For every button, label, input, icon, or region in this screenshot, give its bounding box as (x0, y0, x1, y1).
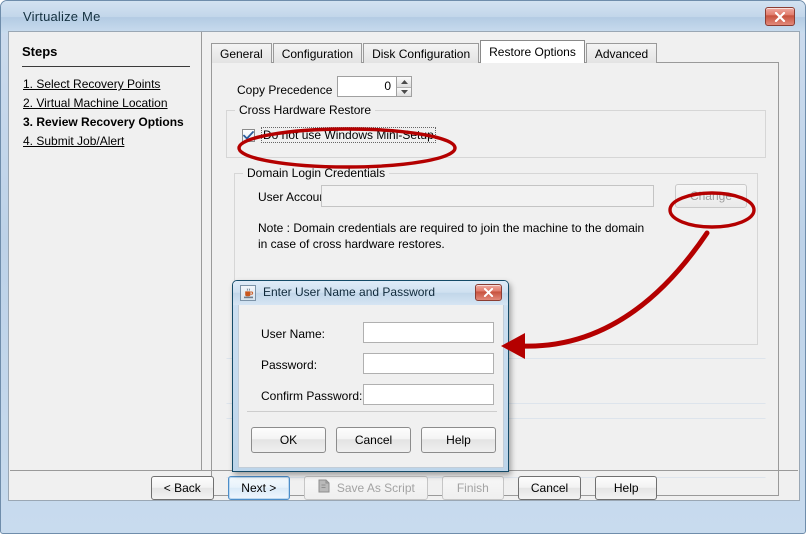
copy-precedence-spin-buttons (396, 76, 412, 97)
tab-advanced[interactable]: Advanced (585, 43, 658, 63)
tab-disk-configuration[interactable]: Disk Configuration (363, 43, 480, 63)
cancel-button[interactable]: Cancel (517, 475, 582, 500)
dialog-close-icon[interactable] (475, 284, 502, 301)
steps-heading: Steps (22, 44, 58, 59)
dialog-divider (247, 411, 497, 412)
sidebar-item-review-recovery-options: 3. Review Recovery Options (23, 115, 184, 129)
dialog-cancel-button[interactable]: Cancel (336, 427, 411, 453)
virtualize-me-window: Virtualize Me Steps 1. Select Recovery P… (0, 0, 806, 534)
finish-button: Finish (441, 475, 504, 500)
back-button[interactable]: < Back (150, 475, 214, 500)
check-icon (243, 130, 254, 139)
confirm-password-label: Confirm Password: (261, 389, 363, 403)
java-coffee-cup-icon (240, 285, 256, 301)
copy-precedence-stepper[interactable]: 0 (337, 76, 412, 97)
dialog-title: Enter User Name and Password (263, 285, 436, 299)
cross-hardware-restore-group-title: Cross Hardware Restore (235, 103, 376, 117)
dialog-help-button[interactable]: Help (421, 427, 496, 453)
close-icon[interactable] (765, 7, 795, 26)
spinner-up-icon[interactable] (397, 77, 411, 87)
confirm-password-field[interactable] (363, 384, 494, 405)
sidebar-item-virtual-machine-location[interactable]: 2. Virtual Machine Location (23, 96, 168, 110)
sidebar-item-select-recovery-points[interactable]: 1. Select Recovery Points (23, 77, 160, 91)
user-account-input[interactable] (321, 185, 654, 207)
password-label: Password: (261, 358, 318, 372)
dialog-body: User Name: Password: Confirm Password: O… (238, 305, 504, 468)
mini-setup-checkbox-row[interactable]: Do not use Windows Mini-Setup (242, 127, 436, 143)
save-as-script-label: Save As Script (336, 480, 415, 495)
mini-setup-checkbox[interactable] (242, 128, 255, 142)
tab-restore-options[interactable]: Restore Options (480, 40, 585, 63)
tab-general[interactable]: General (211, 43, 272, 63)
copy-precedence-input[interactable]: 0 (337, 76, 396, 97)
domain-note-line-1: Note : Domain credentials are required t… (258, 221, 645, 235)
steps-divider (22, 66, 190, 67)
sidebar-item-submit-job-alert[interactable]: 4. Submit Job/Alert (23, 134, 124, 148)
password-field[interactable] (363, 353, 494, 374)
dialog-titlebar: Enter User Name and Password (233, 281, 508, 305)
script-icon (317, 479, 331, 496)
tab-configuration[interactable]: Configuration (272, 43, 363, 63)
help-button[interactable]: Help (595, 475, 658, 500)
window-title: Virtualize Me (23, 9, 101, 24)
tabstrip: General Configuration Disk Configuration… (211, 40, 658, 63)
user-name-label: User Name: (261, 327, 326, 341)
change-button[interactable]: Change (675, 184, 747, 208)
spinner-down-icon[interactable] (397, 86, 411, 96)
wizard-button-bar: < Back Next > Save As Script Finish Canc… (9, 475, 799, 500)
mini-setup-label: Do not use Windows Mini-Setup (261, 127, 436, 143)
window-titlebar: Virtualize Me (1, 1, 805, 33)
domain-login-credentials-group-title: Domain Login Credentials (243, 166, 390, 180)
enter-user-name-and-password-dialog: Enter User Name and Password User Name: … (232, 280, 509, 472)
dialog-button-row: OK Cancel Help (251, 427, 496, 453)
user-name-field[interactable] (363, 322, 494, 343)
save-as-script-button: Save As Script (303, 475, 428, 500)
next-button[interactable]: Next > (227, 475, 290, 500)
dialog-ok-button[interactable]: OK (251, 427, 326, 453)
steps-sidebar: Steps 1. Select Recovery Points 2. Virtu… (9, 32, 202, 470)
copy-precedence-label: Copy Precedence (237, 83, 333, 97)
user-account-label: User Account (258, 190, 330, 204)
domain-note-line-2: in case of cross hardware restores. (258, 237, 445, 251)
